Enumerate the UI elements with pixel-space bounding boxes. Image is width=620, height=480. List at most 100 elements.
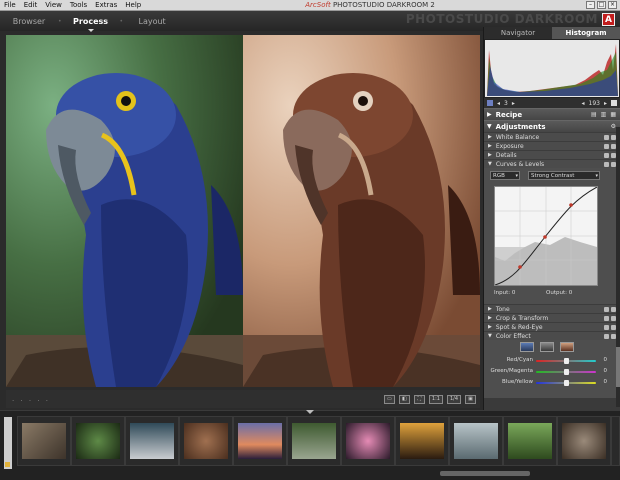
prev-arrow-icon[interactable]: ◂ <box>497 100 500 107</box>
reset-icon[interactable] <box>604 143 609 149</box>
row-label: Tone <box>495 305 510 313</box>
thumbnail-1[interactable] <box>17 416 71 466</box>
curve-point[interactable] <box>569 203 573 207</box>
prev-arrow-icon[interactable]: ◂ <box>582 100 585 107</box>
thumbnail-12[interactable] <box>611 416 620 466</box>
slider-blue-yellow: Blue/Yellow 0 <box>484 379 620 388</box>
menu-extras[interactable]: Extras <box>91 1 121 9</box>
thumbnail-10[interactable] <box>503 416 557 466</box>
collapse-icon: ▶ <box>488 306 492 312</box>
menu-tools[interactable]: Tools <box>66 1 91 9</box>
curve-preset-select[interactable]: Strong Contrast <box>528 171 600 180</box>
menu-bar: File Edit View Tools Extras Help ArcSoft… <box>0 0 620 11</box>
thumbnail-4[interactable] <box>179 416 233 466</box>
histogram-graph <box>487 44 618 96</box>
thumbnail-6[interactable] <box>287 416 341 466</box>
white-point-icon[interactable] <box>611 99 617 106</box>
thumbnail-9[interactable] <box>449 416 503 466</box>
menu-help[interactable]: Help <box>121 1 145 9</box>
image-viewer[interactable] <box>6 35 480 387</box>
paste-recipe-icon[interactable]: ▦ <box>610 111 616 118</box>
split-view-icon[interactable]: ◧ <box>398 394 410 404</box>
effect-preset-1[interactable] <box>520 342 534 352</box>
black-point-icon[interactable] <box>487 100 493 106</box>
adjust-crop-transform[interactable]: ▶ Crop & Transform <box>484 313 620 322</box>
reset-icon[interactable] <box>604 333 609 339</box>
brand-watermark: PHOTOSTUDIO DARKROOM <box>405 12 598 26</box>
histogram-view <box>484 39 620 98</box>
menu-file[interactable]: File <box>0 1 20 9</box>
thumbnail-image <box>508 423 552 459</box>
adjust-exposure[interactable]: ▶ Exposure <box>484 141 620 150</box>
reset-icon[interactable] <box>604 324 609 330</box>
adjust-details[interactable]: ▶ Details <box>484 150 620 159</box>
close-icon[interactable]: × <box>608 1 617 9</box>
arcsoft-logo-icon: A <box>602 13 615 26</box>
tab-layout[interactable]: Layout <box>123 17 181 26</box>
effect-preset-3[interactable] <box>560 342 574 352</box>
actual-size-icon[interactable]: 1:1 <box>428 394 443 404</box>
next-arrow-icon[interactable]: ▸ <box>512 100 515 107</box>
thumbnail-2[interactable] <box>71 416 125 466</box>
filmstrip-scrollbar[interactable] <box>440 471 530 476</box>
adjust-white-balance[interactable]: ▶ White Balance <box>484 132 620 141</box>
single-view-icon[interactable]: ▭ <box>383 394 395 404</box>
reset-icon[interactable] <box>604 152 609 158</box>
slider-handle[interactable] <box>563 380 569 386</box>
channel-select[interactable]: RGB <box>490 171 520 180</box>
expand-icon: ▼ <box>488 161 492 167</box>
fit-screen-icon[interactable]: ⛶ <box>413 394 425 404</box>
histogram-nav-right: ◂ 193 ▸ <box>582 99 617 107</box>
panel-tabs: Navigator Histogram <box>484 27 620 39</box>
slider-value: 0 <box>603 357 608 363</box>
adjust-spot-red-eye[interactable]: ▶ Spot & Red-Eye <box>484 322 620 331</box>
recipe-header[interactable]: ▶ Recipe ▤ ▥ ▦ <box>484 108 620 120</box>
maximize-icon[interactable]: □ <box>597 1 606 9</box>
menu-edit[interactable]: Edit <box>20 1 42 9</box>
adjust-color-effect[interactable]: ▼ Color Effect <box>484 331 620 340</box>
next-arrow-icon[interactable]: ▸ <box>604 100 607 107</box>
curve-graph[interactable] <box>494 186 598 286</box>
adjust-curves-levels[interactable]: ▼ Curves & Levels <box>484 159 620 168</box>
reset-icon[interactable] <box>604 315 609 321</box>
scroll-thumb[interactable] <box>616 347 620 387</box>
progress-dots: . . . . . <box>12 395 51 403</box>
minimize-icon[interactable]: – <box>586 1 595 9</box>
adjustments-header[interactable]: ▼ Adjustments ⚙ <box>484 120 620 132</box>
curve-point[interactable] <box>543 235 547 239</box>
thumbnail-8[interactable] <box>395 416 449 466</box>
reset-icon[interactable] <box>604 161 609 167</box>
view-buttons: ▭ ◧ ⛶ 1:1 1/4 ▣ <box>383 394 480 404</box>
filmstrip <box>0 410 620 480</box>
slider-handle[interactable] <box>563 358 569 364</box>
tab-process[interactable]: Process <box>62 17 120 32</box>
tab-browser[interactable]: Browser <box>0 17 58 26</box>
quarter-size-icon[interactable]: 1/4 <box>446 394 461 404</box>
copy-recipe-icon[interactable]: ▥ <box>601 111 607 118</box>
slider-handle[interactable] <box>563 369 569 375</box>
reset-icon[interactable] <box>604 134 609 140</box>
color-effect-panel: Red/Cyan 0 Green/Magenta 0 Blue/Yellow 0 <box>484 340 620 398</box>
effect-preset-2[interactable] <box>540 342 554 352</box>
thumbnail-image <box>22 423 66 459</box>
save-recipe-icon[interactable]: ▤ <box>591 111 597 118</box>
panel-scrollbar[interactable] <box>616 127 620 407</box>
tab-histogram[interactable]: Histogram <box>552 27 620 39</box>
thumbnail-5[interactable] <box>233 416 287 466</box>
recipe-label: Recipe <box>495 110 523 119</box>
row-label: Color Effect <box>495 332 531 340</box>
after-photo <box>243 35 480 387</box>
fullscreen-icon[interactable]: ▣ <box>465 394 476 404</box>
collapse-icon: ▶ <box>487 111 492 118</box>
filmstrip-handle[interactable] <box>4 417 12 469</box>
curve-point[interactable] <box>518 265 522 269</box>
thumbnail-image <box>562 423 606 459</box>
reset-icon[interactable] <box>604 306 609 312</box>
thumbnail-7[interactable] <box>341 416 395 466</box>
adjust-tone[interactable]: ▶ Tone <box>484 304 620 313</box>
thumbnail-3[interactable] <box>125 416 179 466</box>
thumbnail-11[interactable] <box>557 416 611 466</box>
tab-navigator[interactable]: Navigator <box>484 27 552 39</box>
thumbnail-image <box>454 423 498 459</box>
menu-view[interactable]: View <box>41 1 66 9</box>
